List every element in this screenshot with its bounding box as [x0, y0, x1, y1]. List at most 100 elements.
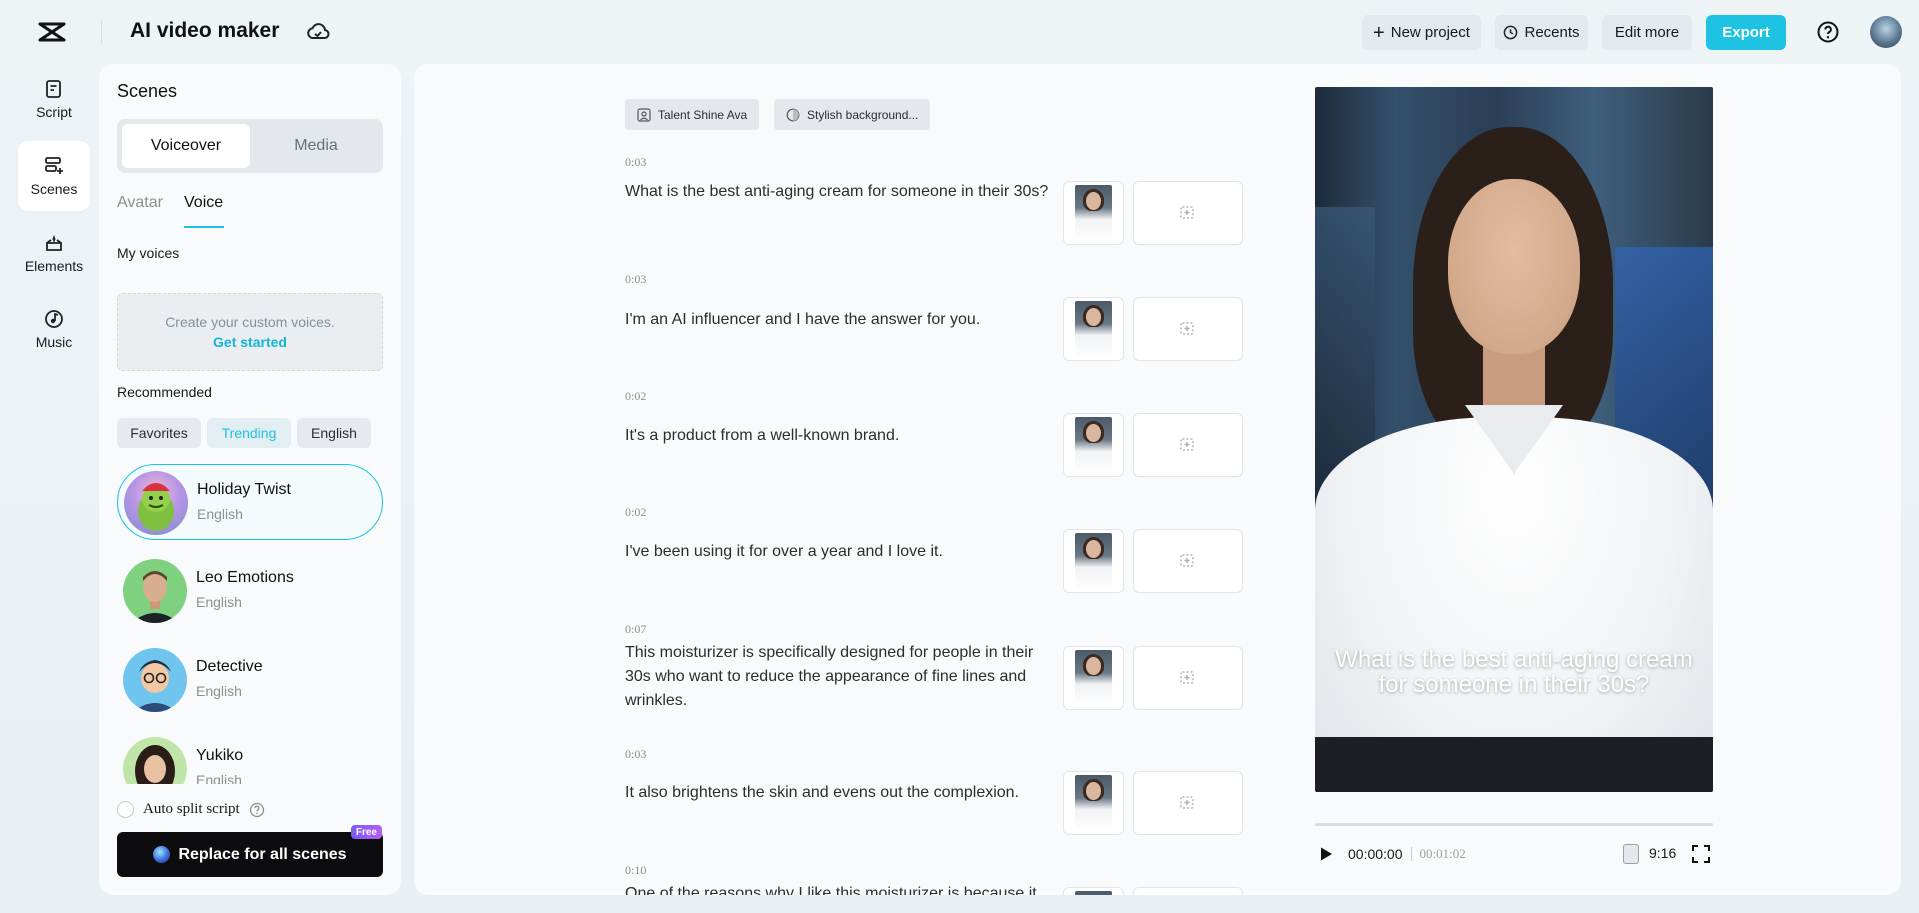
voice-card-detective[interactable]: Detective English [117, 642, 383, 718]
scene-add-media[interactable] [1133, 181, 1243, 245]
export-button[interactable]: Export [1706, 15, 1786, 50]
rail-item-elements[interactable]: Elements [18, 218, 90, 288]
auto-split-label: Auto split script [143, 801, 240, 818]
talent-chip[interactable]: Talent Shine Ava [625, 99, 759, 130]
replace-for-all-scenes-button[interactable]: Replace for all scenes Free [117, 832, 383, 877]
scene-duration: 0:07 [625, 622, 646, 637]
get-started-link[interactable]: Get started [213, 334, 287, 350]
recents-button[interactable]: Recents [1495, 15, 1588, 50]
grinch-avatar-icon [124, 471, 188, 535]
info-icon[interactable] [249, 802, 265, 818]
aspect-ratio-icon[interactable] [1623, 844, 1639, 864]
add-media-icon [1179, 669, 1197, 687]
scene-add-media[interactable] [1133, 771, 1243, 835]
voice-language: English [196, 594, 242, 610]
voice-name: Detective [196, 658, 263, 676]
auto-split-checkbox[interactable] [117, 801, 134, 818]
new-project-button[interactable]: + New project [1362, 15, 1481, 50]
fullscreen-icon[interactable] [1691, 844, 1711, 864]
user-avatar[interactable] [1870, 16, 1902, 48]
scene-avatar-thumb[interactable] [1063, 646, 1124, 710]
scene-duration: 0:03 [625, 272, 646, 287]
filter-chip-english[interactable]: English [297, 418, 371, 448]
subtab-active-indicator [184, 226, 224, 228]
voice-orb-icon [153, 846, 170, 863]
scene-text[interactable]: This moisturizer is specifically designe… [625, 641, 1050, 713]
scene-add-media[interactable] [1133, 297, 1243, 361]
presenter-collar [1513, 405, 1563, 475]
voice-card-leo-emotions[interactable]: Leo Emotions English [117, 553, 383, 629]
scene-avatar-thumb[interactable] [1063, 181, 1124, 245]
scene-text[interactable]: One of the reasons why I like this moist… [625, 882, 1050, 895]
scene-duration: 0:02 [625, 389, 646, 404]
add-media-icon [1179, 794, 1197, 812]
auto-split-row: Auto split script [117, 801, 265, 818]
header-divider [101, 20, 102, 44]
voiceover-media-toggle: Voiceover Media [117, 119, 383, 173]
custom-voice-prompt: Create your custom voices. [165, 314, 335, 330]
current-time: 00:00:00 [1348, 846, 1403, 862]
scene-add-media[interactable] [1133, 413, 1243, 477]
subtab-avatar[interactable]: Avatar [117, 194, 163, 212]
voice-language: English [196, 772, 242, 784]
filter-chip-trending[interactable]: Trending [207, 418, 291, 448]
my-voices-label: My voices [117, 245, 179, 261]
export-label: Export [1722, 24, 1770, 41]
talent-chip-label: Talent Shine Ava [658, 108, 747, 122]
add-media-icon [1179, 552, 1197, 570]
voice-name: Holiday Twist [197, 481, 291, 499]
background-chip[interactable]: Stylish background... [774, 99, 930, 130]
aspect-ratio-label[interactable]: 9:16 [1649, 845, 1676, 861]
scene-avatar-thumb[interactable] [1063, 771, 1124, 835]
edit-more-button[interactable]: Edit more [1602, 15, 1692, 50]
scene-avatar-thumb[interactable] [1063, 413, 1124, 477]
tab-media[interactable]: Media [255, 124, 377, 168]
help-icon[interactable] [1816, 20, 1840, 44]
scene-add-media[interactable] [1133, 529, 1243, 593]
play-icon[interactable] [1318, 846, 1334, 862]
rail-item-music[interactable]: Music [18, 294, 90, 364]
voice-language: English [197, 506, 243, 522]
scene-text[interactable]: It's a product from a well-known brand. [625, 424, 1050, 448]
presenter-collar [1465, 405, 1515, 475]
scene-text[interactable]: I've been using it for over a year and I… [625, 540, 1050, 564]
scene-text[interactable]: It also brightens the skin and evens out… [625, 781, 1050, 805]
scene-add-media[interactable] [1133, 887, 1243, 895]
avatar-frame-icon [637, 108, 651, 122]
leo-avatar-icon [123, 559, 187, 623]
tab-voiceover[interactable]: Voiceover [122, 124, 250, 168]
presenter-face [1448, 179, 1580, 354]
cloud-sync-icon[interactable] [306, 21, 330, 43]
playback-progress-bar[interactable] [1315, 823, 1713, 826]
voice-avatar [123, 559, 187, 623]
scene-add-media[interactable] [1133, 646, 1243, 710]
rail-item-script[interactable]: Script [18, 64, 90, 134]
script-icon [43, 78, 65, 100]
scene-duration: 0:02 [625, 505, 646, 520]
total-time: 00:01:02 [1420, 846, 1466, 862]
scene-avatar-thumb[interactable] [1063, 297, 1124, 361]
music-icon [43, 308, 65, 330]
scene-text[interactable]: What is the best anti-aging cream for so… [625, 180, 1050, 204]
voice-language: English [196, 683, 242, 699]
subtab-voice[interactable]: Voice [184, 194, 223, 212]
top-bar: AI video maker + New project Recents Edi… [0, 0, 1919, 64]
background-chip-label: Stylish background... [807, 108, 918, 122]
scene-text[interactable]: I'm an AI influencer and I have the answ… [625, 308, 1050, 332]
voice-card-yukiko[interactable]: Yukiko English [117, 731, 383, 784]
rail-elements-label: Elements [25, 258, 83, 274]
filter-chip-favorites[interactable]: Favorites [117, 418, 201, 448]
scene-avatar-thumb[interactable] [1063, 529, 1124, 593]
voice-card-holiday-twist[interactable]: Holiday Twist English [117, 464, 383, 540]
video-preview[interactable]: What is the best anti-aging cream for so… [1315, 87, 1713, 792]
yukiko-avatar-icon [123, 737, 187, 784]
capcut-logo-icon[interactable] [38, 20, 66, 44]
custom-voice-box: Create your custom voices. Get started [117, 293, 383, 371]
clock-icon [1503, 25, 1518, 40]
voice-name: Yukiko [196, 747, 243, 765]
scene-avatar-thumb[interactable] [1063, 887, 1124, 895]
presenter-pants [1315, 737, 1713, 792]
add-media-icon [1179, 204, 1197, 222]
rail-item-scenes[interactable]: Scenes [18, 141, 90, 211]
plus-icon: + [1373, 23, 1385, 43]
